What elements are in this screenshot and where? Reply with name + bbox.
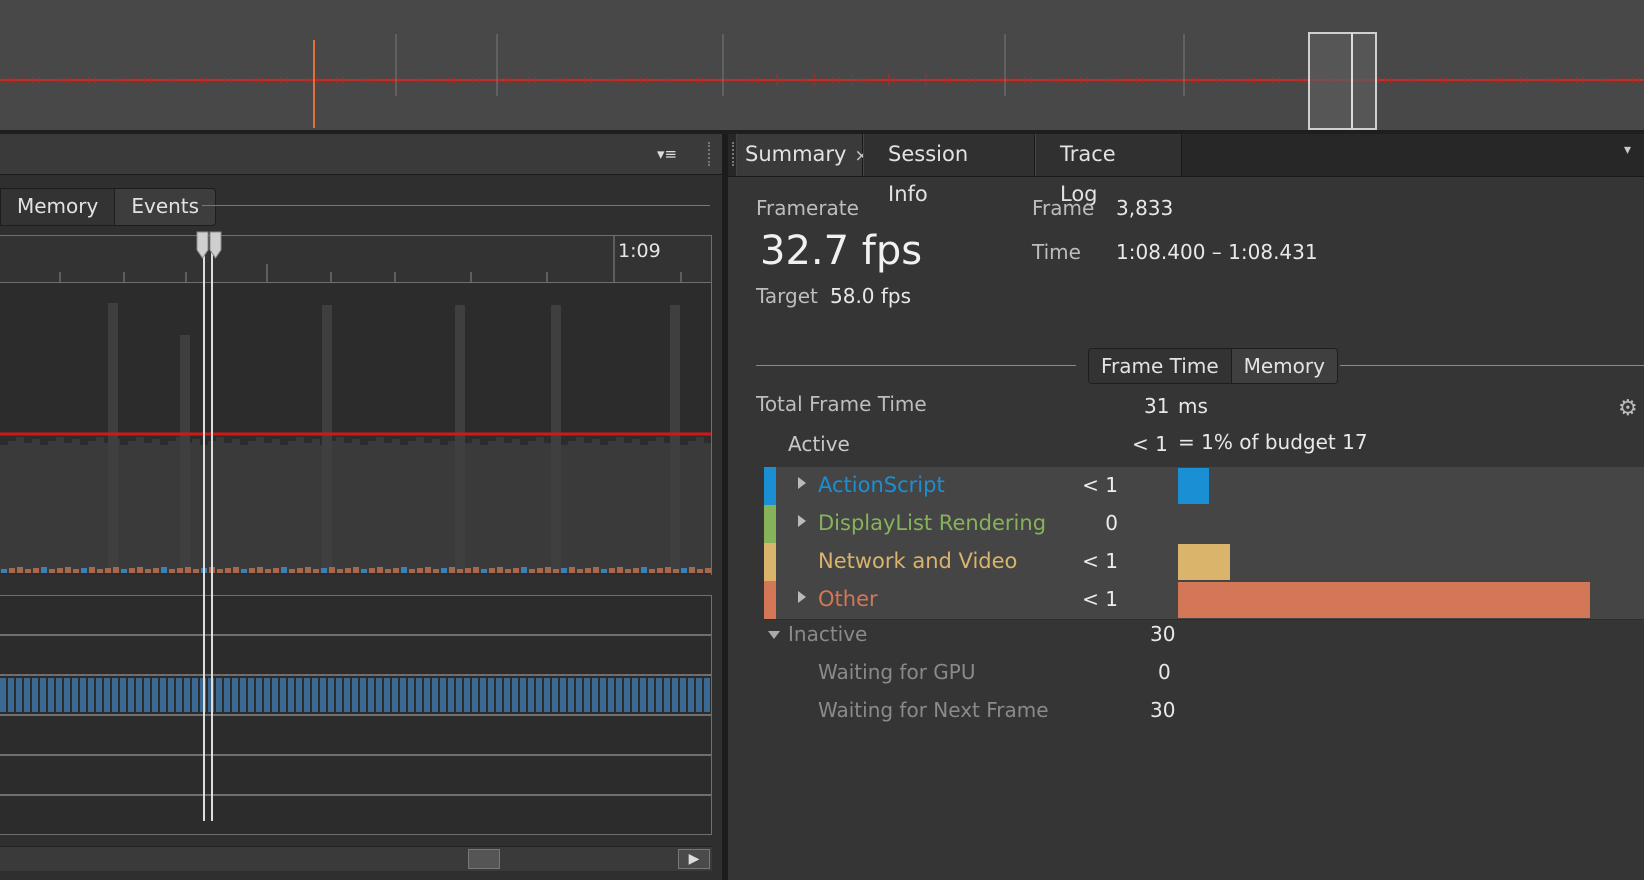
frames-panel: ▾≡ Memory Events 1:09 ▶ <box>0 134 722 880</box>
scrollbar-thumb[interactable] <box>468 849 500 869</box>
lane-frames[interactable] <box>0 675 712 715</box>
lane-6[interactable] <box>0 795 712 835</box>
frame-time-graph[interactable] <box>0 283 712 575</box>
time-ruler[interactable]: 1:09 <box>0 235 712 283</box>
inactive-label: Inactive <box>788 622 868 646</box>
category-bar <box>1178 468 1209 504</box>
total-frame-time-unit: ms <box>1178 394 1208 418</box>
expand-arrow-icon[interactable] <box>798 591 806 603</box>
waiting-next-frame-label: Waiting for Next Frame <box>818 698 1049 722</box>
frame-label: Frame <box>1032 196 1095 220</box>
lane-1[interactable] <box>0 595 712 635</box>
lane-2[interactable] <box>0 635 712 675</box>
time-label: Time <box>1032 240 1081 264</box>
waiting-gpu-value: 0 <box>1158 660 1171 684</box>
view-tabs: Memory Events <box>0 188 217 226</box>
category-name: DisplayList Rendering <box>818 511 1047 535</box>
waiting-gpu-label: Waiting for GPU <box>818 660 976 684</box>
horizontal-scrollbar[interactable]: ▶ <box>0 846 712 871</box>
tab-summary[interactable]: Summary × <box>736 134 869 176</box>
framerate-value: 32.7 fps <box>760 228 923 274</box>
framerate-label: Framerate <box>756 196 859 220</box>
frame-value: 3,833 <box>1116 196 1174 220</box>
category-value: 0 <box>1105 511 1118 535</box>
summary-tabbar: Summary × Session Info Trace Log ▾ <box>728 134 1644 206</box>
ruler-time-label: 1:09 <box>618 240 661 262</box>
expand-arrow-icon[interactable] <box>798 477 806 489</box>
waiting-next-frame-value: 30 <box>1150 698 1176 722</box>
category-row[interactable]: DisplayList Rendering 0 <box>764 505 1644 544</box>
frames-panel-header: ▾≡ <box>0 134 722 175</box>
category-name: ActionScript <box>818 473 945 497</box>
total-frame-time-label: Total Frame Time <box>756 392 927 416</box>
category-row[interactable]: Other < 1 <box>764 581 1644 620</box>
category-bar <box>1178 582 1590 618</box>
detail-tabs: Frame Time Memory <box>1088 348 1338 384</box>
category-value: < 1 <box>1082 549 1118 573</box>
category-value: < 1 <box>1082 473 1118 497</box>
category-name: Other <box>818 587 878 611</box>
category-swatch <box>764 505 776 543</box>
panel-menu-icon[interactable]: ▾≡ <box>652 142 682 166</box>
tab-frame-time[interactable]: Frame Time <box>1089 349 1232 383</box>
gear-icon[interactable]: ⚙ <box>1618 396 1638 421</box>
category-name: Network and Video <box>818 549 1018 573</box>
chevron-down-icon[interactable]: ▾ <box>1624 142 1631 158</box>
category-bar <box>1178 544 1230 580</box>
tab-trace-log[interactable]: Trace Log <box>1035 134 1182 206</box>
lane-4[interactable] <box>0 715 712 755</box>
expand-arrow-icon[interactable] <box>798 515 806 527</box>
summary-panel: Summary × Session Info Trace Log ▾ Framer… <box>728 134 1644 880</box>
inactive-arrow-icon[interactable] <box>768 631 780 639</box>
timeline-overview[interactable] <box>0 0 1644 130</box>
budget-text: = 1% of budget 17 <box>1178 430 1368 454</box>
tab-memory[interactable]: Memory <box>1 189 115 225</box>
overview-selection-window <box>1308 32 1377 130</box>
lane-5[interactable] <box>0 755 712 795</box>
overview-graph <box>0 32 1644 130</box>
tab-memory-detail[interactable]: Memory <box>1232 349 1337 383</box>
category-swatch <box>764 467 776 505</box>
tab-session-info[interactable]: Session Info <box>863 134 1035 206</box>
inactive-value: 30 <box>1150 622 1176 646</box>
category-swatch <box>764 543 776 581</box>
active-value: < 1 <box>1132 432 1168 456</box>
panel-grip-icon[interactable] <box>708 142 714 166</box>
tab-events[interactable]: Events <box>114 189 215 225</box>
playhead-handle-icon[interactable] <box>196 230 222 260</box>
category-row[interactable]: Network and Video < 1 <box>764 543 1644 582</box>
scroll-right-button[interactable]: ▶ <box>678 849 710 869</box>
target-value: 58.0 fps <box>830 284 912 308</box>
target-label: Target <box>756 284 818 308</box>
time-value: 1:08.400 – 1:08.431 <box>1116 240 1318 264</box>
category-row[interactable]: ActionScript < 1 <box>764 467 1644 506</box>
active-label: Active <box>788 432 850 456</box>
total-frame-time-value: 31 <box>1144 394 1170 418</box>
category-value: < 1 <box>1082 587 1118 611</box>
category-swatch <box>764 581 776 619</box>
